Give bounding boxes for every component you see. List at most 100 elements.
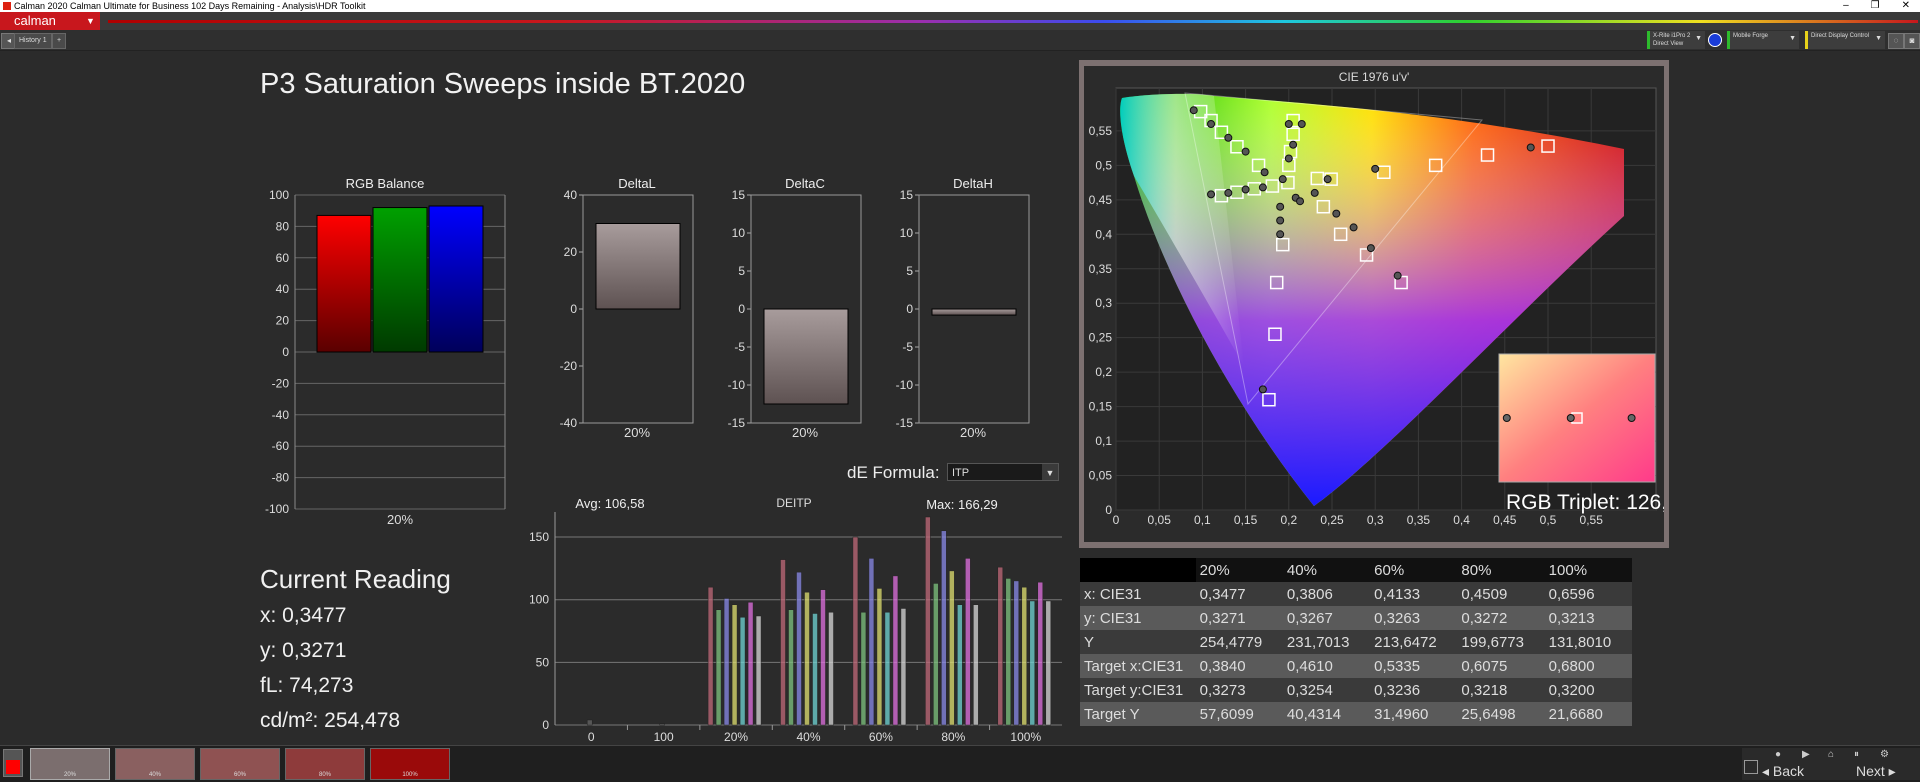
deitp-bar [723,598,730,726]
deitp-bar [1045,600,1052,726]
deitp-bar [973,604,979,726]
x-tick-label: 0 [588,730,595,742]
deitp-bar [892,575,899,726]
window-controls: – ❐ ✕ [1843,0,1910,12]
deitp-bar [731,604,738,726]
current-reading-x: x: 0,3477 [260,604,347,627]
swatch-40[interactable]: 40% [115,748,195,780]
table-row-label: Y [1084,633,1095,651]
y-tick-label: 0,4 [1095,227,1112,241]
y-tick-label: 150 [530,530,549,544]
measured-point [1349,223,1358,232]
y-tick-label: 0 [542,718,549,732]
deitp-bar [884,611,891,726]
deitp-bar [755,615,762,726]
stop-icon[interactable] [1744,760,1758,774]
tab-add[interactable]: + [52,33,67,49]
y-tick-label: 100 [530,593,549,607]
calman-logo-button[interactable]: calman ▼ [0,12,100,30]
home-icon[interactable]: ⌂ [1828,749,1834,760]
measured-point [1296,197,1305,206]
swatch-80[interactable]: 80% [285,748,365,780]
deitp-bar [820,589,826,726]
measured-point [1284,154,1293,163]
deitp-bar [747,601,754,726]
minimize-button[interactable]: – [1843,0,1849,12]
y-tick-label: 20 [564,245,578,259]
record-icon[interactable]: ● [1775,749,1781,760]
deitp-bar [707,586,714,726]
pause-icon[interactable]: ⏸ [1854,749,1859,760]
next-button[interactable]: Next ▸ [1856,763,1896,780]
deitp-bar [796,571,802,726]
de-formula-label: dE Formula: [847,463,940,482]
y-tick-label: 0 [906,302,913,316]
measured-point [1310,188,1319,197]
table-row-label: y: CIE31 [1084,609,1142,627]
y-tick-label: 5 [738,264,745,278]
table-row: x: CIE31 0,3477 0,3806 0,4133 0,4509 0,6… [1080,582,1632,606]
measured-point [1241,147,1250,156]
settings-icon[interactable]: ◌ [1888,33,1904,49]
y-tick-label: 0,1 [1095,434,1112,448]
caret-down-icon: ▼ [86,16,95,26]
color-indicator-button[interactable] [3,749,23,777]
swatch-60[interactable]: 60% [200,748,280,780]
toolbar [0,30,1920,51]
maximize-button[interactable]: ❐ [1871,0,1880,12]
deitp-bar [788,609,794,726]
device-display-select[interactable]: Direct Display Control ▼ [1805,31,1885,49]
y-tick-label: 0,5 [1095,158,1112,172]
deltal-chart: DeltaL 40 20 0 -20 -40 20% [560,176,694,440]
chevron-down-icon: ▼ [1695,35,1702,42]
y-tick-label: -80 [272,471,290,485]
play-icon[interactable]: ▶ [1802,749,1810,760]
table-row-label: x: CIE31 [1084,585,1142,603]
table-cell: 0,3213 [1548,609,1595,627]
table-header-cell: 40% [1286,561,1317,579]
device-source-select[interactable]: Mobile Forge ▼ [1727,31,1799,49]
swatch-100[interactable]: 100% [370,748,450,780]
y-tick-label: 15 [900,188,914,202]
deitp-bar [1013,580,1020,726]
table-row: y: CIE31 0,3271 0,3267 0,3263 0,3272 0,3… [1080,606,1632,630]
settings-icon[interactable]: ⚙ [1880,749,1889,760]
x-tick-label: 0,35 [1407,513,1431,527]
red-square-icon [6,760,20,774]
device-meter-select[interactable]: X-Rite i1Pro 2 Direct View ▼ [1647,31,1705,49]
table-cell: 0,3273 [1199,681,1246,699]
deitp-bar [828,611,834,726]
table-header-cell: 80% [1461,561,1492,579]
rgb-balance-title: RGB Balance [346,176,425,191]
rgb-bar-r [316,214,372,353]
meter-info-icon[interactable] [1708,33,1722,47]
table-cell: 0,3272 [1461,609,1508,627]
delta-bar [763,308,849,405]
close-button[interactable]: ✕ [1902,0,1910,12]
measured-point [1289,140,1298,149]
tab-history-1[interactable]: History 1 [14,33,52,49]
x-tick-label: 20% [724,730,748,742]
measured-point [1393,271,1402,280]
x-tick-label: 0,4 [1453,513,1470,527]
measured-point [1207,190,1216,199]
table-header-cell: 100% [1548,561,1588,579]
table-cell: 0,6075 [1461,657,1508,675]
table-row: Y 254,4779 231,7013 213,6472 199,6773 13… [1080,630,1632,654]
deitp-bar [1029,600,1036,726]
deitp-bar [852,536,859,726]
y-tick-label: -100 [265,502,289,516]
de-formula-select[interactable]: ITP ▼ [947,463,1059,481]
table-cell: 0,3236 [1374,681,1421,699]
y-tick-label: 0,45 [1089,193,1113,207]
delta-bar [595,223,681,310]
camera-icon[interactable]: ◙ [1904,33,1920,49]
back-button[interactable]: ◂ Back [1762,763,1804,780]
measured-point [1276,230,1285,239]
y-tick-label: 10 [732,226,746,240]
swatch-label: 60% [233,772,246,778]
y-tick-label: 60 [276,251,290,265]
swatch-20[interactable]: 20% [30,748,110,780]
y-tick-label: -20 [272,376,290,390]
y-tick-label: 0 [1105,503,1112,517]
